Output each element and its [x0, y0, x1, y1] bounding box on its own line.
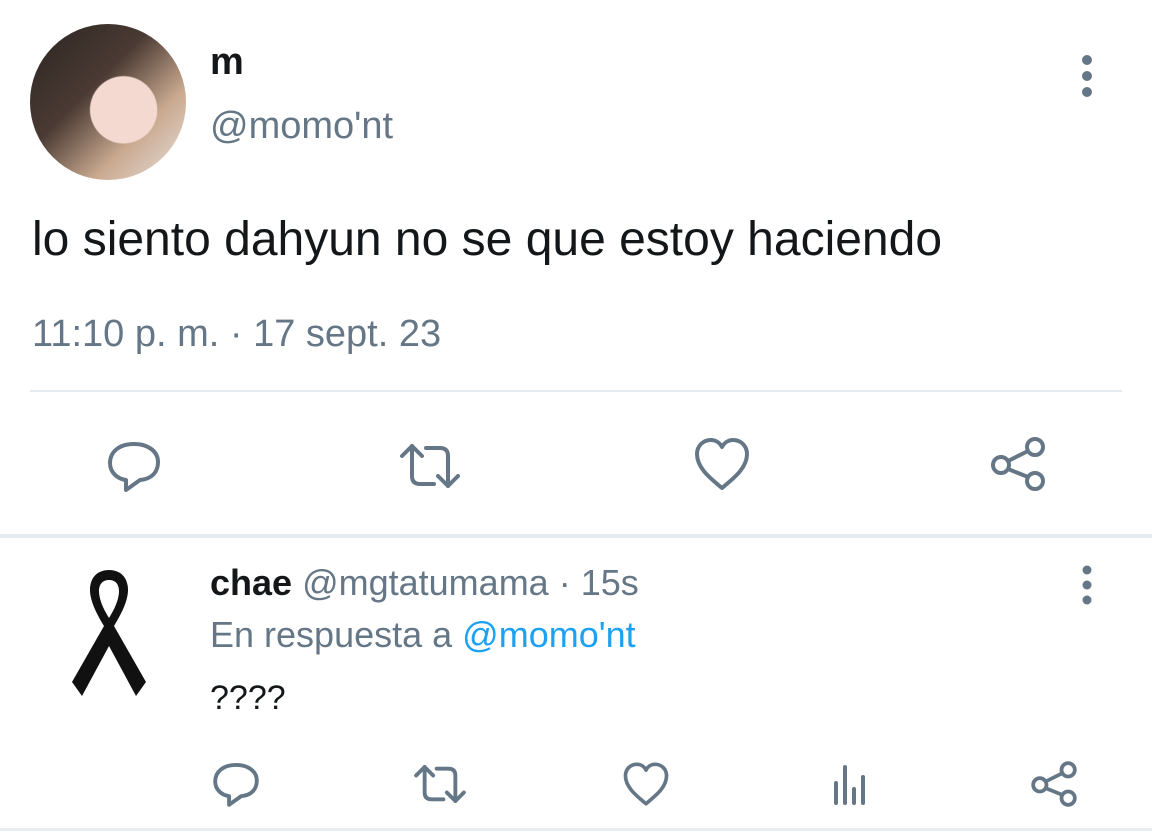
more-vertical-icon [1082, 565, 1092, 605]
reply-time[interactable]: 15s [581, 562, 639, 603]
reply-author-handle[interactable]: @mgtatumama [302, 562, 549, 603]
like-icon [623, 762, 669, 806]
reply-author-avatar[interactable] [64, 564, 154, 700]
reply-more-options-button[interactable] [1072, 562, 1102, 608]
meta-separator: · [229, 313, 243, 355]
reply-text: ???? [210, 679, 286, 717]
like-button[interactable] [618, 756, 674, 812]
divider [0, 534, 1152, 538]
share-icon [1031, 761, 1077, 807]
more-vertical-icon [1082, 55, 1092, 97]
tweet-time: 11:10 p. m. [32, 313, 220, 355]
share-button[interactable] [1026, 756, 1082, 812]
divider [30, 390, 1122, 392]
retweet-icon [400, 444, 460, 488]
share-icon [991, 437, 1045, 491]
more-options-button[interactable] [1072, 52, 1102, 100]
analytics-icon [834, 765, 865, 805]
reply-button[interactable] [208, 756, 264, 812]
tweet-date: 17 sept. 23 [253, 313, 442, 355]
reply-to-handle-link[interactable]: @momo'nt [462, 614, 635, 655]
author-avatar[interactable] [30, 24, 186, 180]
reply-icon [108, 442, 160, 492]
black-ribbon-icon [72, 570, 146, 696]
retweet-button[interactable] [396, 434, 464, 498]
reply-prefix: En respuesta a [210, 614, 453, 655]
divider [0, 828, 1152, 831]
like-icon [695, 438, 749, 490]
author-handle[interactable]: @momo'nt [210, 104, 393, 148]
author-name[interactable]: m [210, 40, 244, 84]
analytics-button[interactable] [822, 756, 878, 812]
reply-header: chae @mgtatumama · 15s [210, 562, 639, 604]
retweet-icon [414, 765, 466, 803]
reply-button[interactable] [102, 434, 166, 498]
tweet-text: lo siento dahyun no se que estoy haciend… [32, 213, 943, 266]
share-button[interactable] [986, 432, 1050, 496]
like-button[interactable] [690, 432, 754, 496]
retweet-button[interactable] [410, 756, 470, 812]
meta-separator: · [558, 562, 571, 603]
reply-context: En respuesta a @momo'nt [210, 614, 636, 656]
reply-icon [213, 762, 259, 807]
tweet-timestamp[interactable]: 11:10 p. m. · 17 sept. 23 [32, 312, 441, 356]
reply-author-name[interactable]: chae [210, 562, 292, 603]
